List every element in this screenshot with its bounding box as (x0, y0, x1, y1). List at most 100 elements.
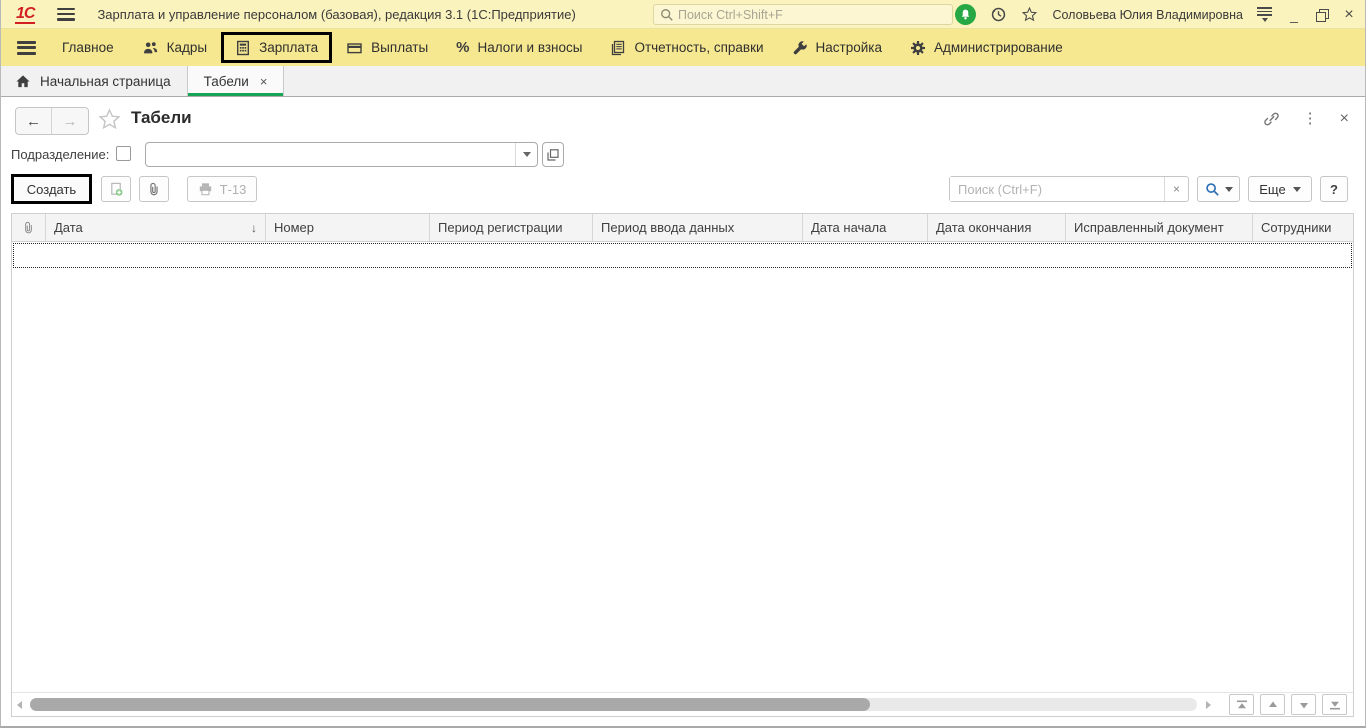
1c-logo-icon: 1С (15, 4, 35, 24)
section-administrirovanie[interactable]: Администрирование (896, 32, 1077, 63)
column-label: Дата окончания (936, 220, 1032, 235)
column-label: Период ввода данных (601, 220, 735, 235)
global-search-box[interactable] (653, 4, 953, 25)
department-open-button[interactable] (542, 142, 564, 167)
close-form-icon[interactable]: × (1340, 111, 1349, 127)
section-vyplaty[interactable]: Выплаты (332, 32, 442, 63)
print-t13-button[interactable]: Т-13 (187, 176, 257, 202)
title-bar: 1С Зарплата и управление персоналом (баз… (1, 0, 1365, 29)
department-input[interactable] (146, 143, 515, 166)
section-glavnoe[interactable]: Главное (48, 32, 128, 63)
search-icon (660, 8, 674, 22)
restore-window-button[interactable] (1316, 9, 1329, 22)
more-button[interactable]: Еще (1248, 176, 1312, 202)
documents-table: Дата ↓ Номер Период регистрации Период в… (11, 213, 1354, 717)
add-to-favorites-star-icon[interactable] (97, 107, 122, 132)
close-window-button[interactable]: × (1341, 6, 1357, 23)
record-navigation-buttons (1229, 694, 1347, 715)
tab-home[interactable]: Начальная страница (1, 66, 187, 96)
department-label: Подразделение: (11, 147, 110, 162)
section-zarplata[interactable]: Зарплата (221, 32, 333, 63)
list-search-input[interactable] (950, 177, 1164, 201)
printer-icon (198, 182, 213, 196)
main-menu-icon[interactable] (57, 7, 76, 21)
horizontal-scrollbar[interactable] (30, 698, 1197, 711)
forward-button[interactable]: → (52, 108, 88, 134)
column-header-number[interactable]: Номер (266, 214, 430, 241)
minimize-button[interactable]: _ (1286, 7, 1302, 23)
section-kadry[interactable]: Кадры (128, 32, 221, 63)
percent-icon: % (456, 39, 470, 56)
column-header-employees[interactable]: Сотрудники (1253, 214, 1353, 241)
functions-menu-icon[interactable] (17, 40, 36, 55)
column-header-corrected-doc[interactable]: Исправленный документ (1066, 214, 1253, 241)
column-header-date[interactable]: Дата ↓ (46, 214, 266, 241)
go-previous-button[interactable] (1260, 694, 1285, 715)
more-label: Еще (1259, 181, 1286, 197)
list-search-box[interactable]: × (949, 176, 1189, 202)
department-checkbox[interactable] (116, 146, 131, 161)
form-header-icons: ⋮ × (1262, 110, 1349, 128)
global-search-input[interactable] (678, 7, 952, 22)
gear-icon (910, 40, 926, 56)
table-footer (12, 692, 1353, 716)
department-field[interactable] (145, 142, 538, 167)
section-label: Выплаты (371, 40, 429, 55)
column-label: Исправленный документ (1074, 220, 1224, 235)
go-first-button[interactable] (1229, 694, 1254, 715)
copy-document-button[interactable] (101, 176, 131, 202)
search-settings-button[interactable] (1197, 176, 1240, 202)
clear-search-icon[interactable]: × (1164, 177, 1188, 201)
current-row-cursor (13, 243, 1352, 268)
search-icon (1205, 182, 1220, 197)
more-actions-dots-icon[interactable]: ⋮ (1303, 111, 1318, 126)
attachment-column-header[interactable] (12, 214, 46, 241)
column-header-entry-period[interactable]: Период ввода данных (593, 214, 803, 241)
notifications-bell-icon[interactable] (955, 4, 977, 25)
section-otchetnost[interactable]: Отчетность, справки (596, 32, 777, 63)
column-label: Период регистрации (438, 220, 563, 235)
column-label: Дата начала (811, 220, 887, 235)
table-header-row: Дата ↓ Номер Период регистрации Период в… (12, 214, 1353, 242)
column-label: Сотрудники (1261, 220, 1332, 235)
back-button[interactable]: ← (16, 108, 52, 134)
card-icon (346, 40, 363, 56)
sort-descending-icon: ↓ (251, 220, 257, 235)
attachments-button[interactable] (139, 176, 169, 202)
section-nastroyka[interactable]: Настройка (778, 32, 896, 63)
tab-tabeli[interactable]: Табели × (186, 66, 285, 96)
calculator-icon (235, 40, 251, 56)
section-label: Налоги и взносы (477, 40, 583, 55)
column-label: Номер (274, 220, 315, 235)
scroll-left-icon[interactable] (12, 700, 26, 709)
tab-close-icon[interactable]: × (260, 74, 268, 89)
people-icon (142, 40, 159, 56)
go-next-button[interactable] (1291, 694, 1316, 715)
scrollbar-thumb[interactable] (30, 698, 871, 711)
service-menu-icon[interactable] (1257, 7, 1272, 22)
tab-label: Начальная страница (40, 73, 171, 89)
user-name[interactable]: Соловьева Юлия Владимировна (1052, 8, 1243, 22)
wrench-icon (792, 40, 808, 56)
create-button[interactable]: Создать (11, 174, 92, 204)
help-button[interactable]: ? (1320, 176, 1348, 202)
section-label: Настройка (815, 40, 883, 55)
history-nav-group: ← → (15, 107, 89, 135)
section-nalogi[interactable]: % Налоги и взносы (442, 32, 596, 63)
app-title: Зарплата и управление персоналом (базова… (97, 6, 576, 22)
history-icon[interactable] (990, 6, 1007, 23)
column-header-start-date[interactable]: Дата начала (803, 214, 928, 241)
column-header-reg-period[interactable]: Период регистрации (430, 214, 593, 241)
go-last-button[interactable] (1322, 694, 1347, 715)
chevron-down-icon (522, 152, 531, 157)
app-window: 1С Зарплата и управление персоналом (баз… (0, 0, 1366, 728)
get-link-icon[interactable] (1262, 110, 1281, 128)
home-icon (15, 74, 31, 89)
column-header-end-date[interactable]: Дата окончания (928, 214, 1066, 241)
favorites-star-icon[interactable] (1021, 6, 1038, 23)
titlebar-right-controls: Соловьева Юлия Владимировна _ × (955, 0, 1357, 29)
t13-label: Т-13 (219, 181, 247, 197)
section-label: Зарплата (259, 40, 319, 55)
department-dropdown-button[interactable] (515, 143, 537, 166)
scroll-right-icon[interactable] (1201, 700, 1215, 709)
